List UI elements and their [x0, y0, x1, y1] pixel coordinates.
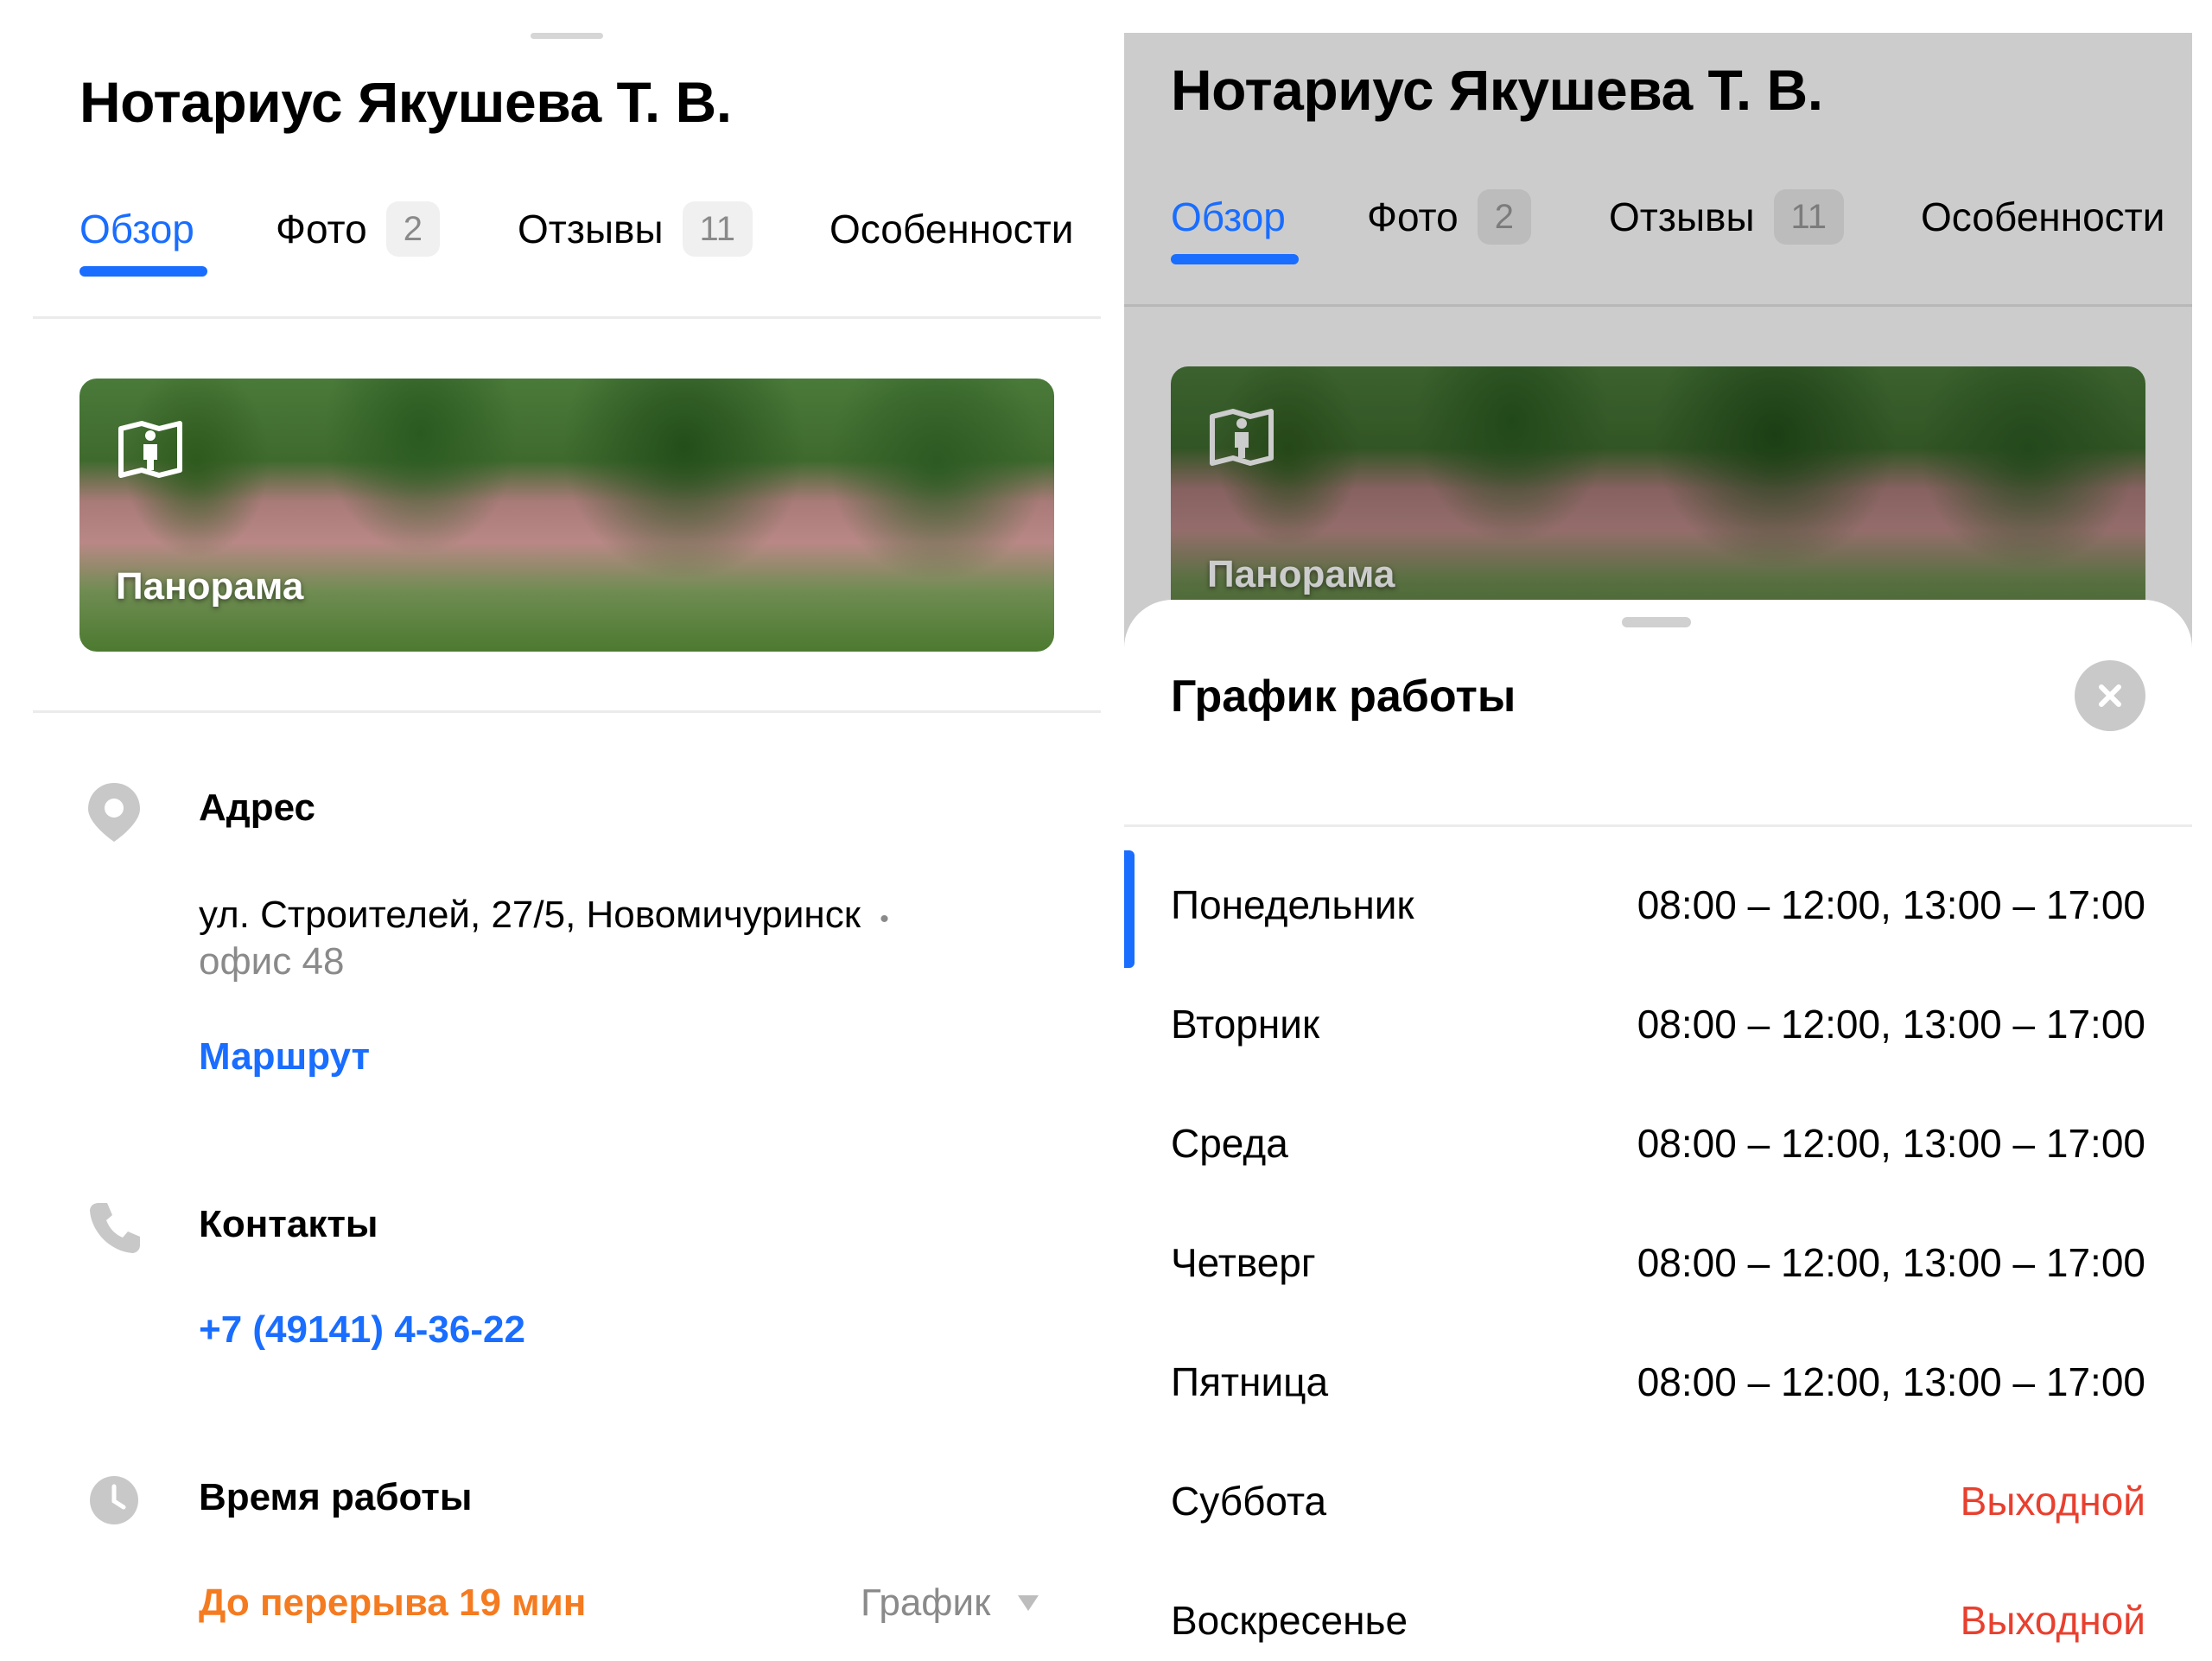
contacts-title: Контакты: [199, 1203, 378, 1245]
panorama-card[interactable]: Панорама: [1171, 366, 2145, 640]
tab-label: Фото: [1367, 194, 1459, 239]
tab-count-badge: 2: [385, 201, 440, 257]
panorama-icon: [118, 421, 182, 478]
route-link[interactable]: Маршрут: [199, 1035, 370, 1079]
place-card-right-dimmed: Нотариус Якушева Т. В. Обзор Фото 2 Отзы…: [1124, 33, 2192, 1661]
page-title: Нотариус Якушева Т. В.: [79, 70, 732, 134]
schedule-button[interactable]: График: [861, 1581, 1040, 1625]
sheet-grabber[interactable]: [531, 33, 603, 39]
tab-label: Особенности: [830, 207, 1074, 251]
tab-count-badge: 11: [682, 201, 753, 257]
page-title: Нотариус Якушева Т. В.: [1171, 58, 1823, 122]
schedule-label: График: [861, 1581, 991, 1624]
tab-photo[interactable]: Фото 2: [276, 197, 440, 261]
tab-features[interactable]: Особенности: [830, 197, 1073, 261]
active-tab-indicator: [1171, 254, 1299, 264]
tab-count-badge: 11: [1773, 189, 1845, 245]
clock-icon: [90, 1476, 138, 1524]
panorama-card[interactable]: Панорама: [79, 379, 1054, 652]
panorama-label: Панорама: [116, 565, 304, 608]
tab-label: Особенности: [1921, 194, 2165, 239]
day-hours-monday: 08:00 – 12:00, 13:00 – 17:00: [1637, 882, 2145, 927]
tabs-divider: [33, 316, 1101, 319]
address-office: офис 48: [199, 940, 345, 983]
sheet-title: График работы: [1171, 671, 1516, 722]
tab-features[interactable]: Особенности: [1921, 185, 2164, 249]
tab-overview[interactable]: Обзор: [79, 197, 194, 261]
sheet-divider: [1124, 824, 2192, 827]
selected-day-indicator: [1124, 850, 1135, 968]
tab-label: Отзывы: [518, 207, 664, 251]
day-name-monday: Понедельник: [1171, 882, 1414, 927]
tab-photo[interactable]: Фото 2: [1367, 185, 1531, 249]
day-hours-thursday: 08:00 – 12:00, 13:00 – 17:00: [1637, 1240, 2145, 1285]
location-pin-icon: [88, 783, 140, 842]
tab-count-badge: 2: [1477, 189, 1531, 245]
section-divider: [33, 710, 1101, 713]
day-hours-tuesday: 08:00 – 12:00, 13:00 – 17:00: [1637, 1002, 2145, 1047]
schedule-sheet: График работы Понедельник 08:00 – 12:00,…: [1124, 600, 2192, 1661]
address-line: ул. Строителей, 27/5, Новомичуринск •: [199, 894, 889, 937]
day-hours-friday: 08:00 – 12:00, 13:00 – 17:00: [1637, 1359, 2145, 1404]
sheet-grabber[interactable]: [1622, 617, 1691, 627]
place-card-left: Нотариус Якушева Т. В. Обзор Фото 2 Отзы…: [33, 33, 1101, 1661]
address-title: Адрес: [199, 786, 315, 829]
separator-dot: •: [880, 905, 889, 933]
day-hours-sunday: Выходной: [1960, 1598, 2145, 1643]
close-icon: [2099, 684, 2121, 707]
close-button[interactable]: [2075, 660, 2145, 731]
tab-label: Отзывы: [1609, 194, 1755, 239]
tab-overview[interactable]: Обзор: [1171, 185, 1286, 249]
tab-label: Обзор: [1171, 194, 1286, 239]
panorama-label: Панорама: [1207, 553, 1395, 595]
tabs-divider: [1124, 304, 2192, 307]
phone-link[interactable]: +7 (49141) 4-36-22: [199, 1308, 525, 1352]
day-hours-wednesday: 08:00 – 12:00, 13:00 – 17:00: [1637, 1121, 2145, 1166]
day-hours-saturday: Выходной: [1960, 1479, 2145, 1524]
tab-label: Обзор: [79, 207, 194, 251]
day-name-sunday: Воскресенье: [1171, 1598, 1408, 1643]
tab-reviews[interactable]: Отзывы 11: [518, 197, 753, 261]
panorama-icon: [1210, 409, 1274, 466]
dropdown-triangle-icon: [1018, 1595, 1039, 1611]
day-name-friday: Пятница: [1171, 1359, 1329, 1404]
tab-label: Фото: [276, 207, 367, 251]
day-name-saturday: Суббота: [1171, 1479, 1327, 1524]
active-tab-indicator: [79, 266, 207, 277]
tab-reviews[interactable]: Отзывы 11: [1609, 185, 1845, 249]
phone-icon: [90, 1203, 140, 1253]
address-street: ул. Строителей, 27/5, Новомичуринск: [199, 894, 861, 936]
day-name-tuesday: Вторник: [1171, 1002, 1320, 1047]
hours-status: До перерыва 19 мин: [199, 1581, 587, 1624]
day-name-thursday: Четверг: [1171, 1240, 1316, 1285]
day-name-wednesday: Среда: [1171, 1121, 1288, 1166]
hours-title: Время работы: [199, 1476, 473, 1518]
